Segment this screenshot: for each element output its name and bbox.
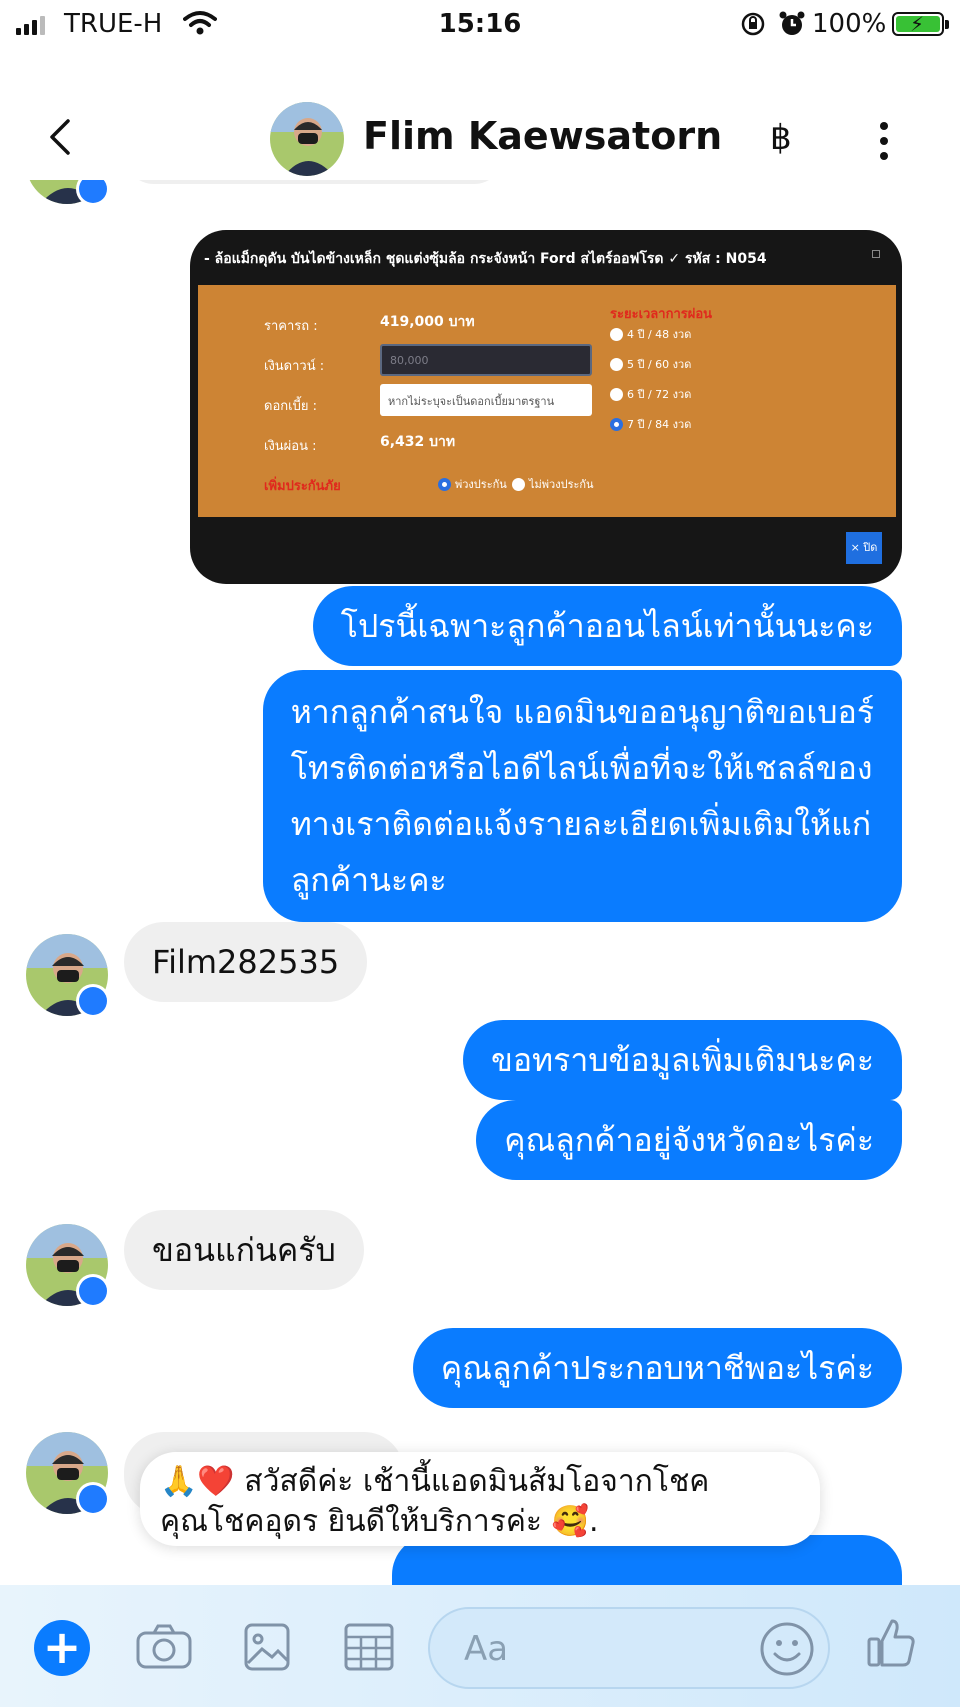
message-composer: + Aa xyxy=(0,1585,960,1707)
like-icon[interactable] xyxy=(866,1617,916,1669)
interest-label: ดอกเบี้ย : xyxy=(264,399,317,414)
rotation-lock-icon xyxy=(741,12,765,36)
price-value: 419,000 บาท xyxy=(380,314,475,330)
message-input-placeholder: Aa xyxy=(464,1629,509,1669)
installment-value: 6,432 บาท xyxy=(380,434,456,450)
message-bubble-outgoing[interactable]: โปรนี้เฉพาะลูกค้าออนไลน์เท่านั้นนะคะ xyxy=(312,586,902,666)
message-bubble-outgoing[interactable]: คุณลูกค้าประกอบหาชีพอะไรค่ะ xyxy=(412,1328,902,1408)
loan-calculator-panel: ราคารถ : 419,000 บาท เงินดาวน์ : 80,000 … xyxy=(198,285,896,517)
term-option-3: 6 ปี / 72 งวด xyxy=(610,385,691,403)
down-payment-field: 80,000 xyxy=(380,344,592,376)
term-option-2: 5 ปี / 60 งวด xyxy=(610,355,691,373)
insurance-option-with: พ่วงประกัน xyxy=(438,475,507,493)
more-icon[interactable] xyxy=(880,122,888,160)
message-input[interactable]: Aa xyxy=(428,1607,830,1689)
plus-icon[interactable]: + xyxy=(34,1620,90,1676)
message-line: โทรติดต่อหรือไอดีไลน์เพื่อที่จะให้เชลล์ข… xyxy=(290,749,873,787)
term-title: ระยะเวลาการผ่อน xyxy=(610,307,713,322)
messenger-badge-icon xyxy=(76,984,110,1018)
battery-percent: 100% xyxy=(812,9,887,39)
gallery-icon[interactable] xyxy=(244,1623,290,1671)
contact-avatar[interactable] xyxy=(270,102,344,176)
sender-avatar xyxy=(26,934,110,1018)
message-line: หากลูกค้าสนใจ แอดมินขออนุญาติขอเบอร์ xyxy=(290,693,874,731)
sender-avatar xyxy=(26,1432,110,1516)
image-close-button: × ปิด xyxy=(846,532,882,564)
message-bubble-clipped[interactable] xyxy=(124,180,504,184)
message-bubble-incoming[interactable]: ขอนแก่นครับ xyxy=(124,1210,364,1290)
insurance-option-without: ไม่พ่วงประกัน xyxy=(512,475,594,493)
term-option-1: 4 ปี / 48 งวด xyxy=(610,325,691,343)
messenger-badge-icon xyxy=(76,1274,110,1308)
message-line: ทางเราติดต่อแจ้งรายละเอียดเพิ่มเติมให้แก… xyxy=(290,805,872,843)
messenger-badge-icon xyxy=(76,1482,110,1516)
toast-line-2: คุณโชคอุดร ยินดีให้บริการค่ะ 🥰. xyxy=(160,1504,599,1539)
interest-field: หากไม่ระบุจะเป็นดอกเบี้ยมาตรฐาน xyxy=(380,384,592,416)
term-option-4: 7 ปี / 84 งวด xyxy=(610,415,691,433)
baht-icon[interactable]: ฿ xyxy=(770,118,792,158)
smile-icon[interactable] xyxy=(758,1620,816,1678)
message-bubble-outgoing[interactable]: คุณลูกค้าอยู่จังหวัดอะไรค่ะ xyxy=(476,1100,902,1180)
price-label: ราคารถ : xyxy=(264,319,318,334)
insurance-label: เพิ่มประกันภัย xyxy=(264,479,341,494)
image-message[interactable]: - ล้อแม็กดุดัน บันไดข้างเหล็ก ชุดแต่งซุ้… xyxy=(190,230,902,584)
back-icon[interactable] xyxy=(48,117,72,157)
down-label: เงินดาวน์ : xyxy=(264,359,325,374)
message-bubble-outgoing[interactable]: หากลูกค้าสนใจ แอดมินขออนุญาติขอเบอร์ โทร… xyxy=(262,670,902,922)
conversation-header: Flim Kaewsatorn ฿ xyxy=(0,52,960,180)
alarm-icon xyxy=(779,11,805,35)
table-icon[interactable] xyxy=(344,1623,394,1671)
toast-line-1: 🙏❤️ สวัสดีค่ะ เช้านี้แอดมินส้มโอจากโชค xyxy=(160,1464,710,1499)
battery-icon: ⚡ xyxy=(892,12,949,36)
message-bubble-incoming[interactable]: Film282535 xyxy=(124,922,368,1002)
sender-avatar xyxy=(26,1224,110,1308)
status-bar: TRUE-H 15:16 100% ⚡ xyxy=(0,0,960,52)
sender-avatar xyxy=(26,180,110,206)
greeting-toast[interactable]: 🙏❤️ สวัสดีค่ะ เช้านี้แอดมินส้มโอจากโชค ค… xyxy=(140,1452,820,1546)
installment-label: เงินผ่อน : xyxy=(264,439,317,454)
contact-name: Flim Kaewsatorn xyxy=(363,114,723,158)
dialog-close-icon xyxy=(872,250,880,258)
camera-icon[interactable] xyxy=(136,1623,192,1671)
message-bubble-outgoing[interactable]: ขอทราบข้อมูลเพิ่มเติมนะคะ xyxy=(462,1020,902,1100)
image-title: - ล้อแม็กดุดัน บันไดข้างเหล็ก ชุดแต่งซุ้… xyxy=(204,251,767,267)
message-list[interactable]: - ล้อแม็กดุดัน บันไดข้างเหล็ก ชุดแต่งซุ้… xyxy=(0,180,960,1585)
message-line: ลูกค้านะคะ xyxy=(290,861,447,899)
